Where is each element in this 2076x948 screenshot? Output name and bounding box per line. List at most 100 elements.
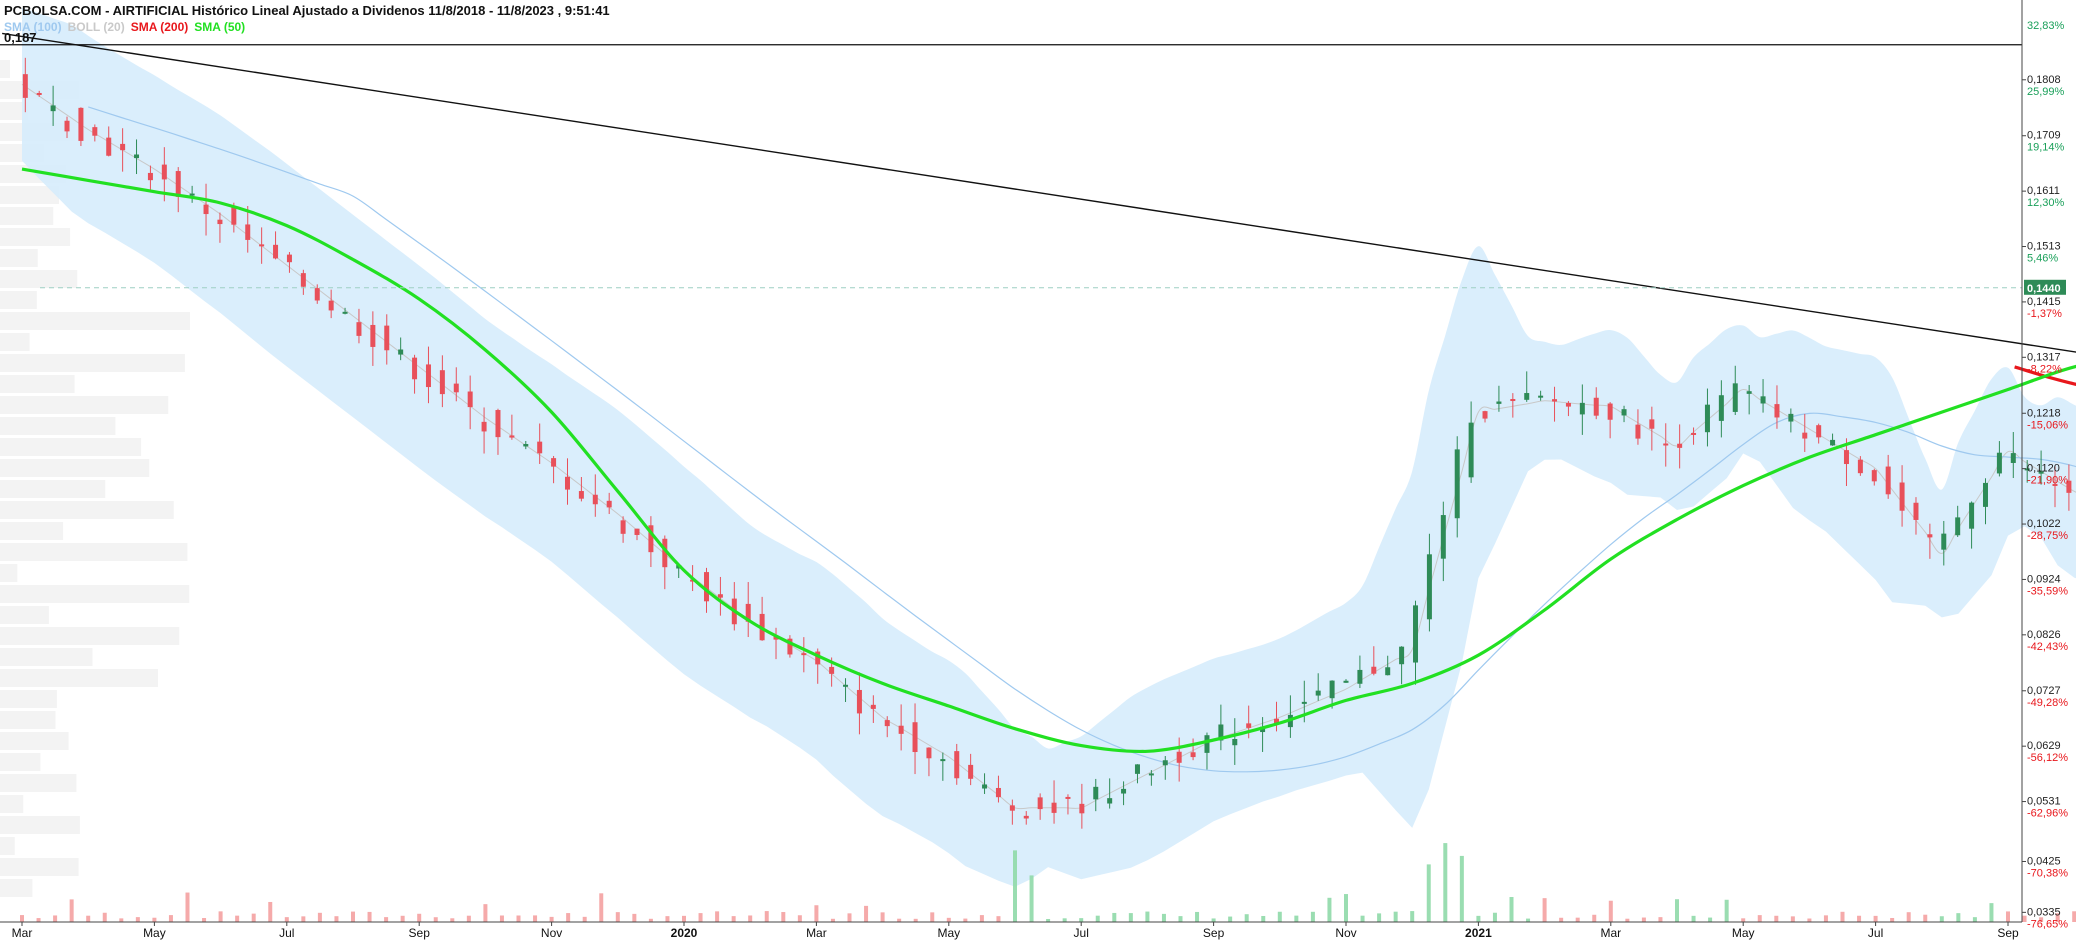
volume-bar [1145, 911, 1150, 922]
axis-date-label: Sep [409, 926, 431, 940]
candle-body [634, 528, 640, 535]
candle-body [1857, 459, 1863, 474]
candle-body [453, 383, 459, 393]
volume-bar [235, 915, 240, 922]
candle-body [245, 224, 251, 240]
candle-body [1399, 646, 1405, 665]
legend-sma200[interactable]: SMA (200) [131, 20, 189, 34]
volume-bar [632, 913, 637, 922]
volume-profile-bar [0, 795, 24, 813]
volume-profile-bar [0, 879, 33, 897]
axis-date-label: Mar [12, 926, 33, 940]
candle-body [1440, 515, 1446, 559]
candle-body [161, 164, 167, 180]
candle-body [1621, 409, 1627, 416]
axis-pct-label: 32,83% [2027, 20, 2065, 32]
candle-body [606, 500, 612, 508]
volume-profile-bar [0, 732, 69, 750]
volume-bar [715, 911, 720, 922]
volume-bar [1013, 850, 1017, 922]
volume-bar [1443, 843, 1448, 922]
axis-price-label: 0,0531 [2027, 796, 2061, 808]
volume-bar [1890, 917, 1895, 922]
volume-profile-bar [0, 669, 159, 687]
volume-bar [1393, 911, 1398, 922]
candle-body [968, 764, 974, 779]
axis-pct-label: -56,12% [2027, 752, 2068, 764]
candle-body [995, 787, 1001, 798]
candle-body [1121, 788, 1127, 794]
candle-body [1079, 803, 1085, 814]
candle-body [50, 105, 56, 112]
candle-body [1315, 690, 1321, 696]
candle-body [1371, 666, 1377, 674]
legend-boll20[interactable]: BOLL (20) [68, 20, 125, 34]
volume-bar [1873, 915, 1878, 922]
candle-body [1552, 399, 1558, 402]
volume-profile-bar [0, 291, 37, 309]
candle-body [1329, 680, 1335, 699]
candle-body [384, 325, 390, 351]
volume-bar [682, 915, 686, 922]
volume-bar [1294, 915, 1299, 922]
candle-body [1246, 723, 1252, 728]
volume-bar [20, 915, 24, 922]
volume-bar [1691, 915, 1696, 922]
candle-body [1955, 517, 1961, 536]
axis-pct-label: -21,90% [2027, 475, 2068, 487]
volume-bar [1277, 911, 1282, 922]
candle-body [1134, 764, 1140, 774]
volume-profile-bar [0, 375, 75, 393]
volume-bar [499, 915, 504, 922]
volume-bar [1542, 898, 1547, 922]
candle-body [1816, 425, 1822, 438]
candle-body [1982, 482, 1988, 507]
candle-body [1107, 798, 1113, 804]
axis-price-label: 0,1415 [2027, 296, 2061, 308]
volume-bar [748, 915, 753, 922]
candle-body [120, 143, 126, 151]
volume-bar [1526, 918, 1531, 922]
volume-bar [1128, 913, 1133, 922]
candle-body [1065, 796, 1071, 799]
indicator-legend: SMA (100) BOLL (20) SMA (200) SMA (50) [4, 20, 251, 34]
candle-body [328, 300, 334, 311]
volume-profile-bar [0, 417, 116, 435]
candle-body [1468, 422, 1474, 478]
volume-bar [102, 912, 107, 922]
candle-body [78, 107, 84, 141]
candle-body [147, 172, 153, 181]
volume-bar [1228, 916, 1233, 922]
candle-body [1802, 432, 1808, 439]
axis-date-label: Nov [1335, 926, 1356, 940]
volume-profile-bar [0, 543, 188, 561]
volume-bar [1492, 912, 1497, 922]
volume-profile-bar [0, 837, 15, 855]
candle-body [1232, 738, 1238, 746]
volume-bar [284, 917, 289, 922]
volume-bar [797, 915, 802, 922]
volume-bar [1790, 916, 1795, 922]
volume-profile-bar [0, 690, 57, 708]
axis-pct-label: -15,06% [2027, 419, 2068, 431]
axis-price-label: 0,1120 [2027, 463, 2060, 475]
candle-body [1579, 402, 1585, 415]
candle-body [1162, 760, 1168, 766]
volume-bar [1857, 915, 1862, 922]
volume-profile-bar [0, 354, 185, 372]
candle-body [1788, 413, 1794, 422]
volume-bar [2006, 911, 2010, 922]
volume-bar [1244, 914, 1249, 922]
candle-body [1524, 393, 1530, 400]
legend-sma50[interactable]: SMA (50) [194, 20, 245, 34]
candle-body [356, 322, 362, 336]
candle-body [231, 207, 237, 225]
volume-profile-bar [0, 480, 106, 498]
candle-body [926, 747, 932, 759]
candle-body [1176, 751, 1182, 763]
volume-bar [135, 917, 140, 922]
candle-body [592, 494, 598, 505]
volume-bar [864, 905, 869, 922]
volume-bar [1972, 917, 1977, 922]
candle-body [481, 421, 487, 432]
